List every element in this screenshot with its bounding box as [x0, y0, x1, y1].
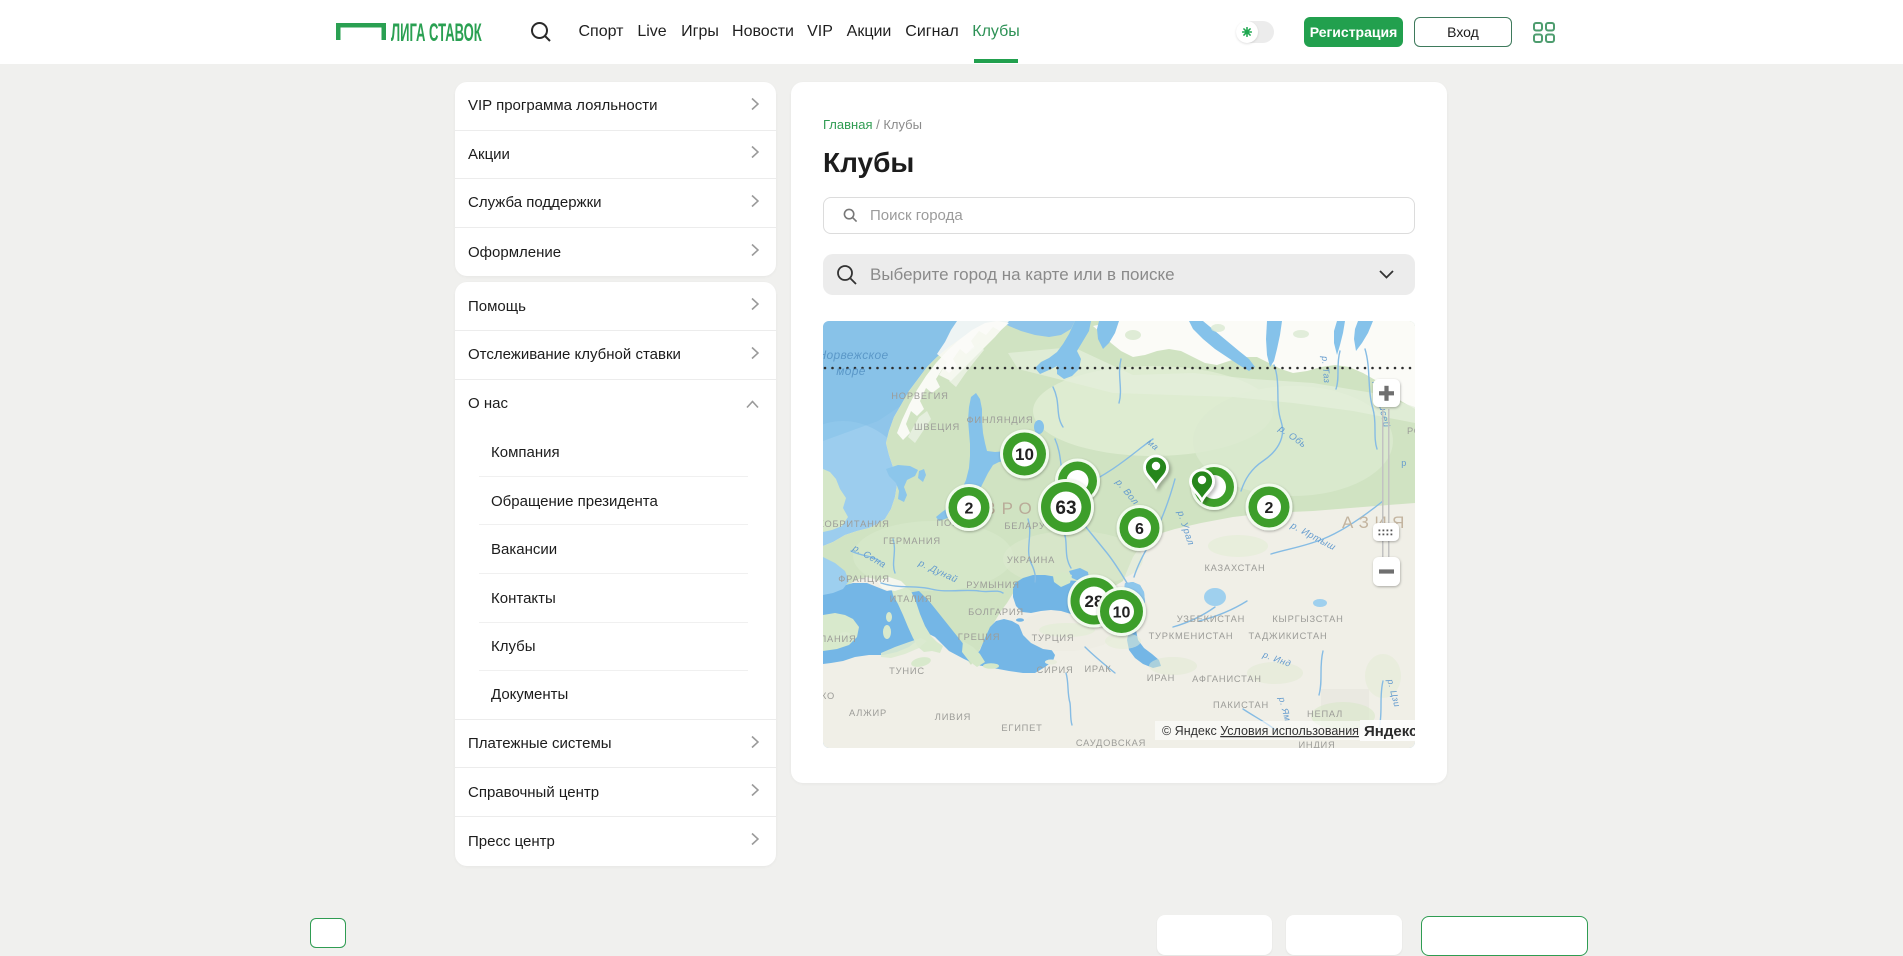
svg-text:ФИНЛЯНДИЯ: ФИНЛЯНДИЯ	[967, 415, 1034, 425]
svg-text:Норвежское: Норвежское	[823, 348, 888, 362]
svg-text:БЕЛАРУ: БЕЛАРУ	[1004, 521, 1045, 531]
svg-text:ТАДЖИКИСТАН: ТАДЖИКИСТАН	[1248, 631, 1327, 641]
svg-text:АФГАНИСТАН: АФГАНИСТАН	[1192, 674, 1262, 684]
svg-text:ПАКИСТАН: ПАКИСТАН	[1213, 700, 1269, 710]
svg-text:УКРАИНА: УКРАИНА	[1007, 555, 1055, 565]
svg-text:ИТАЛИЯ: ИТАЛИЯ	[890, 594, 933, 604]
svg-text:6: 6	[1135, 521, 1144, 538]
svg-text:ГРЕЦИЯ: ГРЕЦИЯ	[958, 632, 1001, 642]
svg-text:Яндекс: Яндекс	[1364, 723, 1415, 740]
svg-text:р: р	[1401, 458, 1407, 468]
svg-text:САУДОВСКАЯ: САУДОВСКАЯ	[1076, 738, 1146, 748]
svg-text:© Яндекс Условия использования: © Яндекс Условия использования	[1162, 724, 1359, 738]
svg-text:ФРАНЦИЯ: ФРАНЦИЯ	[838, 574, 889, 584]
svg-text:НЕПАЛ: НЕПАЛ	[1307, 709, 1343, 719]
svg-text:ЕГИПЕТ: ЕГИПЕТ	[1001, 723, 1042, 733]
svg-text:СИРИЯ: СИРИЯ	[1037, 665, 1074, 675]
svg-text:КАЗАХСТАН: КАЗАХСТАН	[1204, 563, 1265, 573]
svg-text:ШВЕЦИЯ: ШВЕЦИЯ	[914, 422, 960, 432]
svg-text:2: 2	[1265, 500, 1274, 517]
svg-text:РУМЫНИЯ: РУМЫНИЯ	[966, 580, 1020, 590]
svg-text:63: 63	[1055, 498, 1076, 519]
svg-text:море: море	[836, 364, 865, 378]
svg-text:РОС: РОС	[1407, 426, 1415, 436]
svg-text:КЫРГЫЗСТАН: КЫРГЫЗСТАН	[1272, 614, 1343, 624]
svg-text:ГЕРМАНИЯ: ГЕРМАНИЯ	[883, 536, 941, 546]
svg-text:10: 10	[1015, 445, 1034, 464]
svg-text:УЗБЕКИСТАН: УЗБЕКИСТАН	[1177, 614, 1245, 624]
svg-text:ПАНИЯ: ПАНИЯ	[823, 634, 857, 644]
svg-text:2: 2	[965, 500, 974, 517]
svg-text:АЛЖИР: АЛЖИР	[849, 708, 887, 718]
svg-text:БОЛГАРИЯ: БОЛГАРИЯ	[968, 607, 1024, 617]
svg-text:ТУНИС: ТУНИС	[889, 666, 925, 676]
svg-text:ТУРЦИЯ: ТУРЦИЯ	[1032, 633, 1075, 643]
svg-text:КО: КО	[823, 691, 835, 701]
svg-text:ЛИВИЯ: ЛИВИЯ	[935, 712, 971, 722]
svg-text:ИНДИЯ: ИНДИЯ	[1298, 740, 1335, 748]
svg-text:НОРВЕГИЯ: НОРВЕГИЯ	[891, 391, 948, 401]
svg-text:ИРАК: ИРАК	[1084, 664, 1111, 674]
svg-text:10: 10	[1113, 604, 1131, 621]
svg-text:ИРАН: ИРАН	[1147, 673, 1175, 683]
svg-text:ТУРКМЕНИСТАН: ТУРКМЕНИСТАН	[1149, 631, 1234, 641]
svg-text:КОБРИТАНИЯ: КОБРИТАНИЯ	[823, 519, 890, 529]
